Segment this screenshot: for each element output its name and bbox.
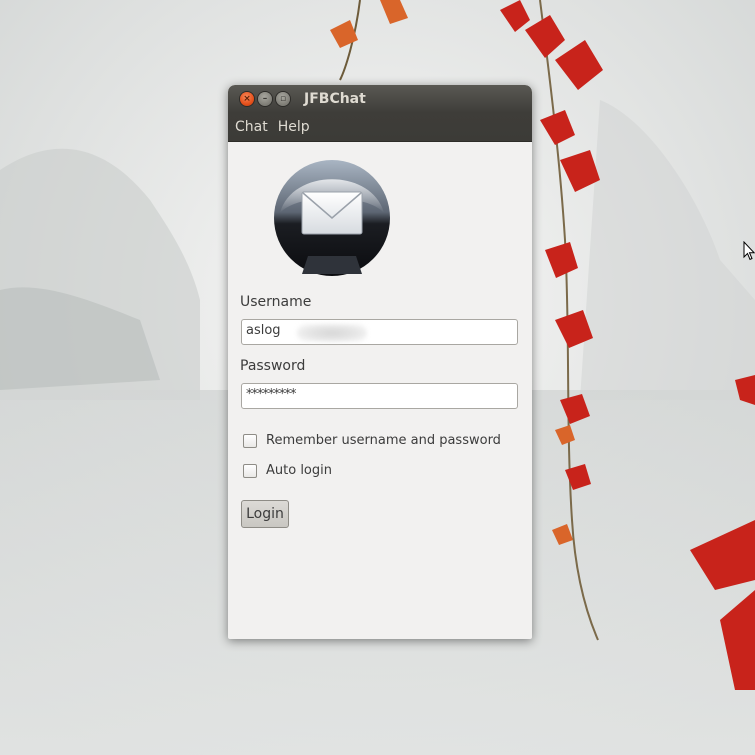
username-label: Username [240,294,312,310]
login-button[interactable]: Login [241,500,289,528]
remember-checkbox[interactable] [243,433,257,448]
remember-row[interactable]: Remember username and password [243,433,501,448]
autologin-checkbox[interactable] [243,463,257,478]
password-value: ********* [246,387,296,402]
envelope-icon [274,160,390,276]
login-form: Username aslog Password ********* Rememb… [228,142,532,639]
maximize-window-button[interactable]: ▫ [276,92,290,106]
autologin-label[interactable]: Auto login [266,463,332,478]
mouse-cursor-icon [743,241,755,261]
window-titlebar[interactable]: × – ▫ JFBChat [228,85,532,113]
username-input[interactable]: aslog [241,319,518,345]
login-window: × – ▫ JFBChat Chat Help Username aslog P… [228,85,532,639]
window-title: JFBChat [304,91,366,107]
menu-help[interactable]: Help [277,119,315,135]
username-value: aslog [246,323,281,338]
menu-chat[interactable]: Chat [234,119,273,135]
desktop: × – ▫ JFBChat Chat Help Username aslog P… [0,0,755,755]
password-input[interactable]: ********* [241,383,518,409]
menu-bar: Chat Help [228,113,532,142]
close-window-button[interactable]: × [240,92,254,106]
redaction-blur [297,324,367,342]
minimize-window-button[interactable]: – [258,92,272,106]
password-label: Password [240,358,306,374]
remember-label[interactable]: Remember username and password [266,433,501,448]
autologin-row[interactable]: Auto login [243,463,332,478]
